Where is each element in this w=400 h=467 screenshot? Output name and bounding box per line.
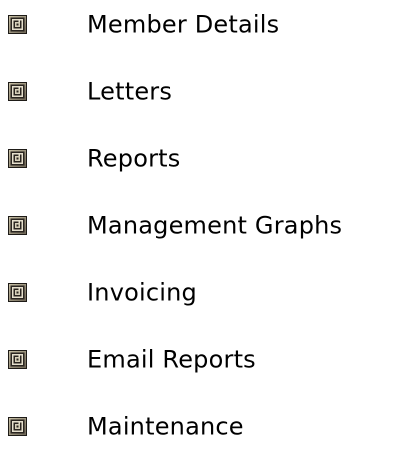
menu-item-email-reports[interactable]: Email Reports (0, 338, 400, 382)
menu-item-label: Reports (87, 144, 181, 173)
menu-item-label: Member Details (87, 10, 280, 39)
menu-item-label: Maintenance (87, 412, 244, 441)
menu-item-label: Letters (87, 77, 173, 106)
menu-item-member-details[interactable]: Member Details (0, 3, 400, 47)
main-menu: Member Details Letters Reports Managemen… (0, 0, 400, 467)
menu-item-management-graphs[interactable]: Management Graphs (0, 204, 400, 248)
spiral-bullet-icon (8, 350, 27, 369)
menu-item-invoicing[interactable]: Invoicing (0, 271, 400, 315)
menu-item-label: Invoicing (87, 278, 197, 307)
menu-item-label: Management Graphs (87, 211, 343, 240)
menu-item-label: Email Reports (87, 345, 256, 374)
spiral-bullet-icon (8, 216, 27, 235)
menu-item-maintenance[interactable]: Maintenance (0, 405, 400, 449)
spiral-bullet-icon (8, 149, 27, 168)
spiral-bullet-icon (8, 82, 27, 101)
menu-item-letters[interactable]: Letters (0, 70, 400, 114)
spiral-bullet-icon (8, 417, 27, 436)
spiral-bullet-icon (8, 283, 27, 302)
spiral-bullet-icon (8, 15, 27, 34)
menu-item-reports[interactable]: Reports (0, 137, 400, 181)
